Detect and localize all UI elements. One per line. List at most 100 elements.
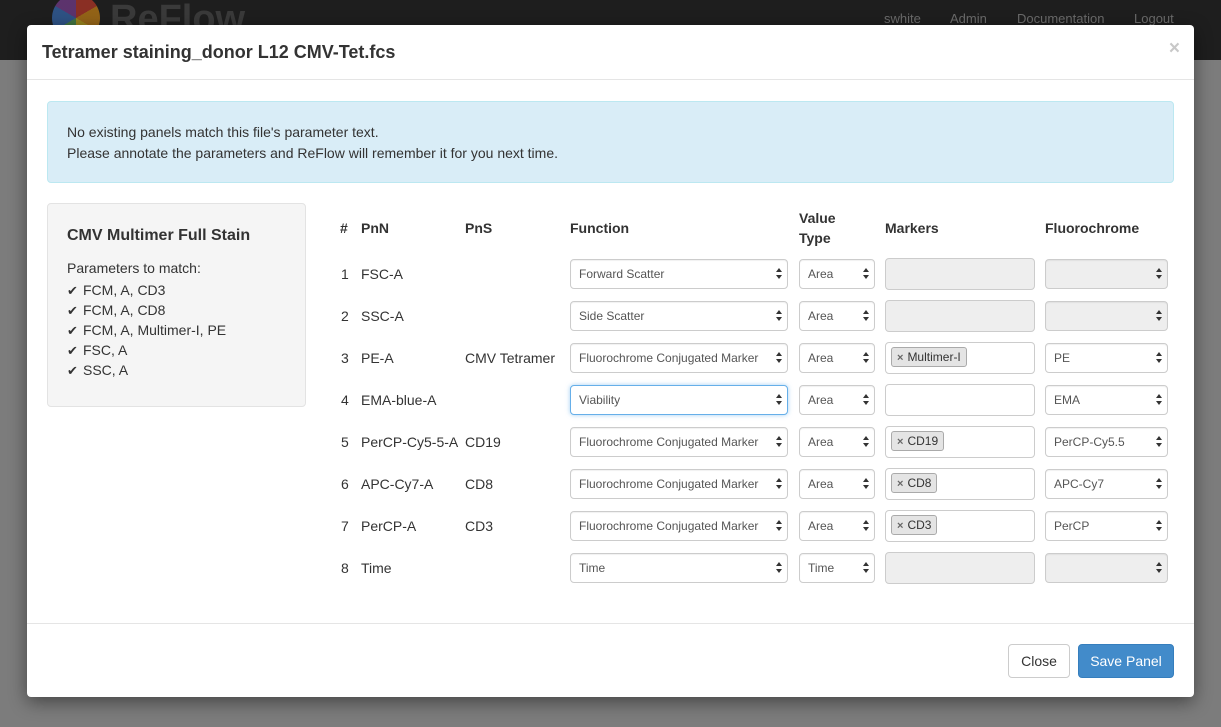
select-caret-icon xyxy=(863,562,869,574)
select-caret-icon xyxy=(863,352,869,364)
remove-tag-icon[interactable]: × xyxy=(897,352,903,364)
select-caret-icon xyxy=(863,520,869,532)
select-caret-icon xyxy=(776,562,782,574)
row-pns: CD19 xyxy=(465,434,501,450)
markers-input[interactable] xyxy=(885,384,1035,416)
markers-input xyxy=(885,552,1035,584)
value-type-select-value: Area xyxy=(808,267,834,281)
save-panel-button[interactable]: Save Panel xyxy=(1078,644,1174,678)
alert-line-2: Please annotate the parameters and ReFlo… xyxy=(67,145,559,161)
info-alert: No existing panels match this file's par… xyxy=(47,101,1174,183)
select-caret-icon xyxy=(1156,478,1162,490)
param-text: FCM, A, CD8 xyxy=(83,302,166,318)
function-select-value: Fluorochrome Conjugated Marker xyxy=(579,477,759,491)
value-type-select[interactable]: Area xyxy=(799,259,875,289)
value-type-select-value: Area xyxy=(808,309,834,323)
select-caret-icon xyxy=(1156,268,1162,280)
marker-tag: × CD19 xyxy=(891,431,945,451)
remove-tag-icon[interactable]: × xyxy=(897,520,903,532)
param-item: ✔ FCM, A, Multimer-I, PE xyxy=(67,320,226,340)
function-select[interactable]: Fluorochrome Conjugated Marker xyxy=(570,469,788,499)
close-icon[interactable]: × xyxy=(1169,38,1180,60)
select-caret-icon xyxy=(863,394,869,406)
value-type-select[interactable]: Area xyxy=(799,469,875,499)
function-select[interactable]: Viability xyxy=(570,385,788,415)
panel-name: CMV Multimer Full Stain xyxy=(67,227,251,244)
row-pnn: FSC-A xyxy=(361,266,403,282)
fluorochrome-select[interactable]: PerCP xyxy=(1045,511,1168,541)
fluorochrome-select-value: PE xyxy=(1054,351,1071,365)
markers-input xyxy=(885,300,1035,332)
fluorochrome-select[interactable]: EMA xyxy=(1045,385,1168,415)
row-num: 1 xyxy=(341,266,349,282)
param-item: ✔ FSC, A xyxy=(67,340,226,360)
select-caret-icon xyxy=(1156,562,1162,574)
param-item: ✔ FCM, A, CD8 xyxy=(67,300,226,320)
function-select-value: Fluorochrome Conjugated Marker xyxy=(579,351,759,365)
function-select-value: Fluorochrome Conjugated Marker xyxy=(579,519,759,533)
value-type-select[interactable]: Area xyxy=(799,511,875,541)
marker-tag-label: CD19 xyxy=(907,434,939,448)
check-icon: ✔ xyxy=(67,283,78,298)
fluorochrome-select[interactable]: PerCP-Cy5.5 xyxy=(1045,427,1168,457)
row-pnn: APC-Cy7-A xyxy=(361,476,434,492)
value-type-select-value: Area xyxy=(808,435,834,449)
value-type-select[interactable]: Area xyxy=(799,301,875,331)
check-icon: ✔ xyxy=(67,303,78,318)
fluorochrome-select-value: EMA xyxy=(1054,393,1081,407)
select-caret-icon xyxy=(776,478,782,490)
col-header-function: Function xyxy=(570,220,630,236)
select-caret-icon xyxy=(1156,520,1162,532)
value-type-select[interactable]: Area xyxy=(799,343,875,373)
function-select[interactable]: Fluorochrome Conjugated Marker xyxy=(570,343,788,373)
markers-input[interactable]: × CD19 xyxy=(885,426,1035,458)
param-text: FCM, A, CD3 xyxy=(83,282,166,298)
row-pnn: SSC-A xyxy=(361,308,404,324)
function-select-value: Fluorochrome Conjugated Marker xyxy=(579,435,759,449)
remove-tag-icon[interactable]: × xyxy=(897,478,903,490)
row-pnn: PerCP-Cy5-5-A xyxy=(361,434,459,450)
select-caret-icon xyxy=(776,394,782,406)
value-type-select-value: Time xyxy=(808,561,835,575)
fluorochrome-select xyxy=(1045,259,1168,289)
alert-line-1: No existing panels match this file's par… xyxy=(67,124,379,140)
function-select[interactable]: Time xyxy=(570,553,788,583)
fluorochrome-select-value: PerCP xyxy=(1054,519,1090,533)
function-select[interactable]: Fluorochrome Conjugated Marker xyxy=(570,511,788,541)
function-select[interactable]: Fluorochrome Conjugated Marker xyxy=(570,427,788,457)
params-list: ✔ FCM, A, CD3 ✔ FCM, A, CD8 ✔ FCM, A, Multi… xyxy=(67,280,226,380)
function-select[interactable]: Side Scatter xyxy=(570,301,788,331)
modal-footer: Close Save Panel xyxy=(27,623,1194,698)
select-caret-icon xyxy=(863,268,869,280)
marker-tag: × CD8 xyxy=(891,473,938,493)
function-select[interactable]: Forward Scatter xyxy=(570,259,788,289)
value-type-select[interactable]: Area xyxy=(799,427,875,457)
select-caret-icon xyxy=(863,436,869,448)
remove-tag-icon[interactable]: × xyxy=(897,436,903,448)
close-button[interactable]: Close xyxy=(1008,644,1070,678)
row-num: 4 xyxy=(341,392,349,408)
markers-input[interactable]: × Multimer-I xyxy=(885,342,1035,374)
markers-input xyxy=(885,258,1035,290)
select-caret-icon xyxy=(776,520,782,532)
row-pns: CMV Tetramer xyxy=(465,350,555,366)
value-type-select[interactable]: Time xyxy=(799,553,875,583)
col-header-markers: Markers xyxy=(885,220,939,236)
select-caret-icon xyxy=(1156,394,1162,406)
value-type-select[interactable]: Area xyxy=(799,385,875,415)
check-icon: ✔ xyxy=(67,363,78,378)
select-caret-icon xyxy=(863,478,869,490)
row-num: 8 xyxy=(341,560,349,576)
nav-link-admin[interactable]: Admin xyxy=(950,11,987,26)
col-header-value: Value xyxy=(799,210,836,226)
row-num: 3 xyxy=(341,350,349,366)
row-pnn: EMA-blue-A xyxy=(361,392,437,408)
markers-input[interactable]: × CD3 xyxy=(885,510,1035,542)
nav-link-logout[interactable]: Logout xyxy=(1134,11,1174,26)
nav-link-user[interactable]: swhite xyxy=(884,11,921,26)
fluorochrome-select[interactable]: APC-Cy7 xyxy=(1045,469,1168,499)
function-select-value: Forward Scatter xyxy=(579,267,665,281)
fluorochrome-select[interactable]: PE xyxy=(1045,343,1168,373)
markers-input[interactable]: × CD8 xyxy=(885,468,1035,500)
nav-link-documentation[interactable]: Documentation xyxy=(1017,11,1104,26)
